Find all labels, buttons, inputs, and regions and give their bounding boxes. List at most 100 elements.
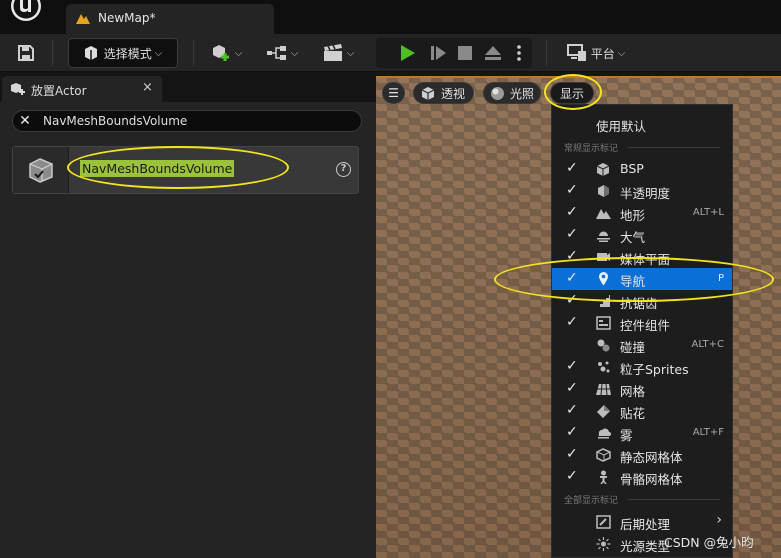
checkmark-icon: ✓ <box>566 424 578 440</box>
menu-item-static-meshes[interactable]: ✓ 静态网格体 <box>552 444 732 466</box>
menu-item-collision[interactable]: 碰撞 ALT+C <box>552 334 732 356</box>
clear-search-button[interactable]: ✕ <box>17 113 33 129</box>
menu-item-bsp[interactable]: ✓ BSP <box>552 158 732 180</box>
menu-item-use-defaults[interactable]: 使用默认 <box>552 113 732 135</box>
light-type-icon <box>596 537 611 551</box>
checkmark-icon: ✓ <box>566 182 578 198</box>
actor-search-input[interactable] <box>43 113 343 129</box>
viewport-active-border <box>376 76 781 78</box>
menu-item-label: BSP <box>620 161 644 176</box>
place-actors-body: ✕ NavMeshBoundsVolume ? <box>0 102 376 558</box>
show-flags-menu: 使用默认 常规显示标记 ✓ BSP ✓ 半透明度 ✓ 地形 ALT+L ✓ 大气… <box>551 104 733 558</box>
shortcut-label: P <box>717 273 724 284</box>
menu-item-label: 大气 <box>620 230 646 245</box>
particles-icon <box>598 361 610 373</box>
toolbar-separator <box>193 40 194 66</box>
menu-item-post-processing[interactable]: 后期处理 › <box>552 511 732 533</box>
menu-item-label: 导航 <box>620 274 646 289</box>
widget-icon <box>596 316 611 330</box>
shortcut-label: ALT+F <box>692 427 724 438</box>
menu-item-grid[interactable]: ✓ 网格 <box>552 378 732 400</box>
cube-icon <box>596 163 610 176</box>
checkmark-icon: ✓ <box>566 358 578 374</box>
save-icon <box>18 45 34 61</box>
checkmark-icon: ✓ <box>566 314 578 330</box>
menu-item-widget-components[interactable]: ✓ 控件组件 <box>552 312 732 334</box>
select-mode-dropdown[interactable]: 选择模式 ⌵ <box>68 38 178 68</box>
show-label: 显示 <box>560 86 585 101</box>
menu-item-navigation[interactable]: ✓ 导航 P <box>552 268 732 290</box>
view-mode-button[interactable]: 光照 <box>483 82 541 104</box>
more-vertical-icon <box>517 45 521 61</box>
platforms-icon <box>566 44 586 61</box>
fog-icon <box>598 428 611 439</box>
antialias-icon <box>597 295 610 307</box>
help-icon[interactable]: ? <box>336 162 351 177</box>
menu-item-label: 网格 <box>620 384 646 399</box>
menu-item-label: 光源类型 <box>620 539 671 554</box>
checkmark-icon: ✓ <box>566 160 578 176</box>
unreal-logo[interactable] <box>8 0 48 28</box>
lit-label: 光照 <box>510 86 535 101</box>
menu-item-label: 后期处理 <box>620 517 671 532</box>
actor-thumbnail <box>13 147 69 193</box>
stop-button[interactable] <box>452 39 478 67</box>
actor-result-item[interactable]: NavMeshBoundsVolume ? <box>12 146 359 194</box>
menu-item-antialiasing[interactable]: ✓ 抗锯齿 <box>552 290 732 312</box>
menu-item-label: 静态网格体 <box>620 450 683 465</box>
map-tab[interactable]: NewMap* <box>66 4 274 34</box>
menu-item-media-plane[interactable]: ✓ 媒体平面 <box>552 246 732 268</box>
play-options-button[interactable] <box>510 39 528 67</box>
menu-item-label: 控件组件 <box>620 318 671 333</box>
hamburger-icon: ☰ <box>388 86 399 100</box>
media-plane-icon <box>597 253 610 261</box>
lit-sphere-icon <box>491 86 504 100</box>
select-mode-label: 选择模式 <box>103 46 152 61</box>
checkmark-icon: ✓ <box>566 226 578 242</box>
level-icon <box>76 14 90 24</box>
menu-item-translucency[interactable]: ✓ 半透明度 <box>552 180 732 202</box>
play-button[interactable] <box>394 39 420 67</box>
place-actors-panel: 放置Actor × ✕ NavMeshBoundsVolume ? <box>0 73 376 558</box>
menu-item-label: 贴花 <box>620 406 646 421</box>
toolbar-separator <box>546 40 547 66</box>
step-button[interactable] <box>425 39 451 67</box>
checkmark-icon: ✓ <box>566 248 578 264</box>
actor-result-name: NavMeshBoundsVolume <box>80 160 235 177</box>
actor-search-box: ✕ <box>12 110 362 132</box>
volume-icon <box>29 158 53 183</box>
blueprint-button[interactable]: ⌵ <box>262 39 302 67</box>
viewport-options-button[interactable]: ☰ <box>382 82 405 104</box>
menu-item-landscape[interactable]: ✓ 地形 ALT+L <box>552 202 732 224</box>
eject-button[interactable] <box>480 39 506 67</box>
checkmark-icon: ✓ <box>566 270 578 286</box>
menu-item-atmosphere[interactable]: ✓ 大气 <box>552 224 732 246</box>
menu-item-skeletal-meshes[interactable]: ✓ 骨骼网格体 <box>552 466 732 488</box>
menu-item-label: 媒体平面 <box>620 252 671 267</box>
place-actors-tab[interactable]: 放置Actor × <box>2 76 162 102</box>
play-icon <box>401 45 415 61</box>
eject-icon <box>485 46 501 60</box>
close-tab-button[interactable]: × <box>142 80 153 95</box>
map-tab-label: NewMap* <box>98 11 156 25</box>
menu-item-label: 地形 <box>620 208 646 223</box>
checkmark-icon: ✓ <box>566 292 578 308</box>
add-content-button[interactable]: ⌵ <box>206 39 246 67</box>
grid-icon <box>596 383 611 396</box>
menu-item-fog[interactable]: ✓ 雾 ALT+F <box>552 422 732 444</box>
menu-item-label: 抗锯齿 <box>620 296 658 311</box>
save-button[interactable] <box>12 39 40 67</box>
platforms-button[interactable]: 平台 ⌵ <box>561 39 631 67</box>
menu-item-decals[interactable]: ✓ 贴花 <box>552 400 732 422</box>
cinematics-button[interactable]: ⌵ <box>318 39 358 67</box>
chevron-down-icon: ⌵ <box>234 47 243 59</box>
stop-icon <box>458 46 472 60</box>
perspective-button[interactable]: 透视 <box>413 82 474 104</box>
menu-item-label: 粒子Sprites <box>620 362 689 377</box>
shortcut-label: ALT+C <box>691 339 724 350</box>
clapperboard-icon <box>323 44 342 61</box>
show-flags-button[interactable]: 显示 <box>550 82 594 104</box>
chevron-down-icon: ⌵ <box>346 47 355 59</box>
menu-item-particle-sprites[interactable]: ✓ 粒子Sprites <box>552 356 732 378</box>
section-label: 全部显示标记 <box>564 496 619 506</box>
